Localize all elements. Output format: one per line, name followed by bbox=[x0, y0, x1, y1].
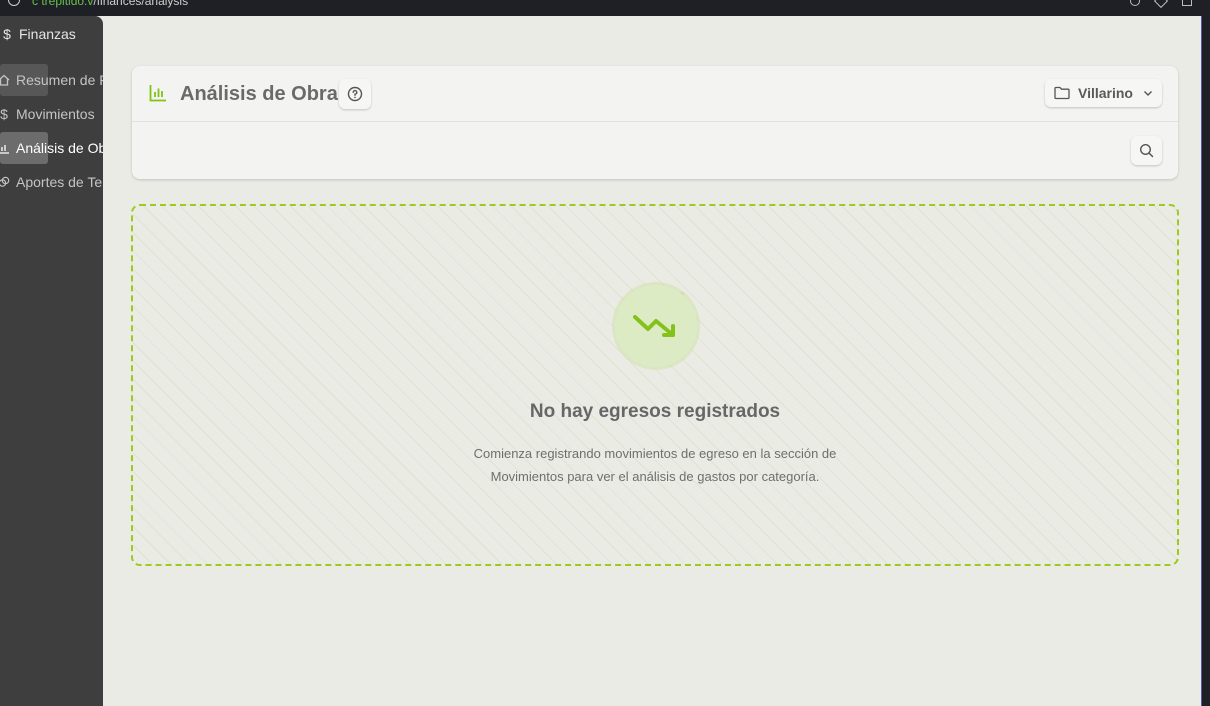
help-button[interactable] bbox=[339, 79, 371, 109]
empty-state-description: Comienza registrando movimientos de egre… bbox=[473, 446, 837, 484]
dollar-icon: $ bbox=[0, 106, 8, 122]
empty-state-icon-circle bbox=[615, 285, 697, 367]
empty-state-panel: No hay egresos registrados Comienza regi… bbox=[131, 204, 1179, 566]
url-text[interactable]: c trepitido.v/finances/analysis bbox=[32, 0, 188, 8]
project-label: Villarino bbox=[1078, 85, 1133, 101]
card-header: Análisis de Obra Villarino bbox=[132, 66, 1178, 122]
page-title: Análisis de Obra bbox=[180, 83, 338, 105]
bar-chart-icon bbox=[149, 84, 167, 107]
sidebar-item-resumen[interactable]: Resumen de F bbox=[0, 64, 103, 96]
sidebar-item-movimientos[interactable]: $ Movimientos bbox=[0, 98, 103, 130]
home-icon bbox=[0, 73, 10, 87]
search-icon bbox=[1139, 143, 1154, 158]
search-button[interactable] bbox=[1131, 136, 1162, 165]
sidebar: $ Finanzas Resumen de F $ Movimientos Aná… bbox=[0, 16, 103, 706]
coins-icon bbox=[0, 175, 10, 189]
analysis-header-card: Análisis de Obra Villarino bbox=[132, 66, 1178, 179]
browser-address-bar: c trepitido.v/finances/analysis bbox=[0, 0, 1210, 16]
window-icon[interactable] bbox=[1182, 0, 1192, 6]
sidebar-item-aportes[interactable]: Aportes de Te bbox=[0, 166, 103, 198]
empty-state-title: No hay egresos registrados bbox=[529, 401, 781, 422]
project-selector[interactable]: Villarino bbox=[1045, 79, 1162, 107]
trending-down-icon bbox=[633, 311, 679, 341]
sidebar-title: $ Finanzas bbox=[0, 26, 76, 42]
extension-icon[interactable] bbox=[1130, 0, 1140, 6]
edit-icon[interactable] bbox=[1153, 0, 1169, 9]
help-circle-icon bbox=[347, 86, 363, 102]
chevron-down-icon bbox=[1142, 87, 1154, 99]
sidebar-item-analisis[interactable]: Análisis de Ob bbox=[0, 132, 103, 164]
dollar-icon: $ bbox=[3, 26, 11, 42]
bar-chart-icon bbox=[0, 141, 10, 155]
window-edge bbox=[1201, 16, 1210, 706]
folder-icon bbox=[1054, 86, 1070, 100]
reload-icon[interactable] bbox=[8, 0, 20, 6]
